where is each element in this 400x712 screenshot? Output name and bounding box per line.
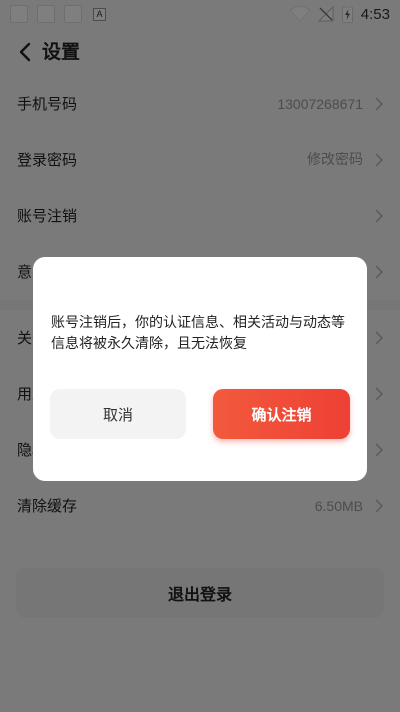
confirm-cancel-account-button[interactable]: 确认注销: [213, 389, 350, 439]
cancel-label: 取消: [102, 406, 133, 424]
confirm-label: 确认注销: [251, 406, 312, 424]
cancel-button[interactable]: 取消: [50, 389, 186, 439]
dialog-message: 账号注销后，你的认证信息、相关活动与动态等信息将被永久清除，且无法恢复: [51, 315, 345, 352]
settings-screen: A 4:53 设置 手机号码 13007268: [0, 0, 400, 712]
cancel-account-dialog: 账号注销后，你的认证信息、相关活动与动态等信息将被永久清除，且无法恢复 取消 确…: [33, 257, 367, 481]
